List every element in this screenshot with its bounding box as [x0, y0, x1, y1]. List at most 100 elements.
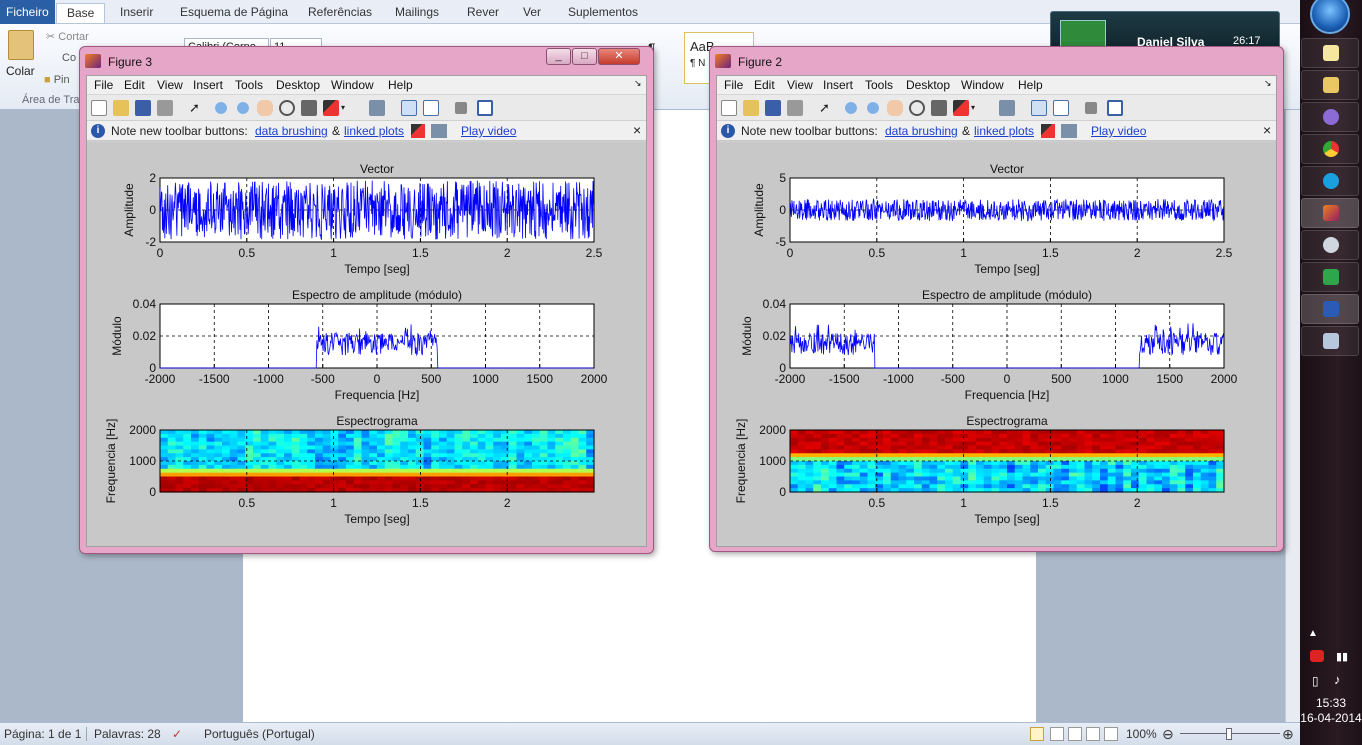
taskbar-word[interactable]: [1301, 294, 1359, 324]
menu-insert[interactable]: Insert: [823, 78, 853, 92]
status-language[interactable]: Português (Portugal): [204, 727, 315, 741]
show-tools-icon[interactable]: [477, 100, 493, 116]
menu-file[interactable]: File: [94, 78, 113, 92]
data-cursor-icon[interactable]: [931, 100, 947, 116]
web-layout-icon[interactable]: [1068, 727, 1082, 741]
zoom-out-icon[interactable]: ⊖: [1162, 726, 1174, 743]
figure-3-window[interactable]: Figure 3 _ □ ✕ File Edit View Insert Too…: [79, 46, 654, 554]
fullscreen-reading-icon[interactable]: [1050, 727, 1064, 741]
pan-icon[interactable]: [887, 100, 903, 116]
brush-dropdown-icon[interactable]: ▾: [341, 100, 349, 116]
data-brushing-link[interactable]: data brushing: [255, 124, 328, 138]
menu-window[interactable]: Window: [961, 78, 1004, 92]
taskbar-chrome[interactable]: [1301, 134, 1359, 164]
play-video-link[interactable]: Play video: [461, 124, 516, 138]
paste-icon[interactable]: [8, 30, 34, 60]
zoom-in-icon[interactable]: [843, 100, 859, 116]
menu-tools[interactable]: Tools: [235, 78, 263, 92]
link-plot-icon[interactable]: [369, 100, 385, 116]
print-icon[interactable]: [787, 100, 803, 116]
zoom-out-icon[interactable]: [865, 100, 881, 116]
dock-arrow-icon[interactable]: ↘: [634, 78, 642, 89]
menu-edit[interactable]: Edit: [124, 78, 145, 92]
menu-help[interactable]: Help: [388, 78, 413, 92]
zoom-in-icon[interactable]: [213, 100, 229, 116]
menu-edit[interactable]: Edit: [754, 78, 775, 92]
colorbar-icon[interactable]: [401, 100, 417, 116]
close-info-button[interactable]: ×: [1263, 122, 1271, 138]
tab-review[interactable]: Rever: [457, 3, 509, 23]
show-tools-icon[interactable]: [1107, 100, 1123, 116]
new-figure-icon[interactable]: [721, 100, 737, 116]
taskbar-matlab[interactable]: [1301, 198, 1359, 228]
status-page[interactable]: Página: 1 de 1: [4, 727, 81, 741]
zoom-out-icon[interactable]: [235, 100, 251, 116]
brush-dropdown-icon[interactable]: ▾: [971, 100, 979, 116]
draft-icon[interactable]: [1104, 727, 1118, 741]
format-painter-button[interactable]: ■ Pin: [44, 74, 70, 86]
pointer-icon[interactable]: ➚: [819, 100, 835, 116]
taskbar-app-green[interactable]: [1301, 262, 1359, 292]
legend-icon[interactable]: [423, 100, 439, 116]
menu-tools[interactable]: Tools: [865, 78, 893, 92]
close-info-button[interactable]: ×: [633, 122, 641, 138]
menu-help[interactable]: Help: [1018, 78, 1043, 92]
figure-axes[interactable]: Vector0 0.5 1 1.5 2 2.550-5Tempo [seg]Amplitu…: [717, 142, 1278, 548]
outline-icon[interactable]: [1086, 727, 1100, 741]
zoom-in-icon[interactable]: ⊕: [1282, 726, 1294, 743]
taskbar-calculator[interactable]: [1301, 326, 1359, 356]
tab-base[interactable]: Base: [56, 3, 106, 23]
menu-window[interactable]: Window: [331, 78, 374, 92]
cut-button[interactable]: ✂ Cortar: [46, 30, 89, 43]
open-icon[interactable]: [743, 100, 759, 116]
tab-references[interactable]: Referências: [298, 3, 382, 23]
volume-icon[interactable]: ♪: [1334, 672, 1341, 687]
maximize-button[interactable]: □: [572, 48, 597, 65]
new-figure-icon[interactable]: [91, 100, 107, 116]
taskbar-explorer[interactable]: [1301, 70, 1359, 100]
menu-desktop[interactable]: Desktop: [906, 78, 950, 92]
save-icon[interactable]: [765, 100, 781, 116]
zoom-level[interactable]: 100%: [1126, 727, 1157, 741]
tab-file[interactable]: Ficheiro: [0, 0, 55, 24]
linked-plots-link[interactable]: linked plots: [344, 124, 404, 138]
figure-axes[interactable]: Vector0 0.5 1 1.5 2 2.520-2Tempo [seg]Amplitu…: [87, 142, 648, 548]
link-plot-icon[interactable]: [999, 100, 1015, 116]
zoom-slider-thumb[interactable]: [1226, 728, 1232, 740]
start-button[interactable]: [1310, 0, 1350, 34]
print-icon[interactable]: [157, 100, 173, 116]
rotate-icon[interactable]: [909, 100, 925, 116]
vertical-scrollbar[interactable]: [1285, 110, 1300, 722]
copy-button[interactable]: Co: [62, 52, 76, 64]
status-words[interactable]: Palavras: 28: [94, 727, 161, 741]
save-icon[interactable]: [135, 100, 151, 116]
figure-2-window[interactable]: Figure 2 File Edit View Insert Tools Des…: [709, 46, 1284, 552]
pointer-icon[interactable]: ➚: [189, 100, 205, 116]
dock-arrow-icon[interactable]: ↘: [1264, 78, 1272, 89]
close-button[interactable]: ✕: [598, 48, 640, 65]
rotate-icon[interactable]: [279, 100, 295, 116]
menu-file[interactable]: File: [724, 78, 743, 92]
menu-view[interactable]: View: [157, 78, 183, 92]
menu-view[interactable]: View: [787, 78, 813, 92]
hide-tools-icon[interactable]: [455, 102, 467, 114]
tab-mailings[interactable]: Mailings: [385, 3, 449, 23]
brush-icon[interactable]: [953, 100, 969, 116]
tray-alert-icon[interactable]: [1310, 650, 1324, 662]
taskbar-notepad[interactable]: [1301, 38, 1359, 68]
linked-plots-link[interactable]: linked plots: [974, 124, 1034, 138]
tray-expand-icon[interactable]: ▲: [1308, 628, 1318, 639]
colorbar-icon[interactable]: [1031, 100, 1047, 116]
tab-addins[interactable]: Suplementos: [558, 3, 648, 23]
taskbar-steam[interactable]: [1301, 230, 1359, 260]
paste-label[interactable]: Colar: [6, 64, 35, 78]
hide-tools-icon[interactable]: [1085, 102, 1097, 114]
legend-icon[interactable]: [1053, 100, 1069, 116]
menu-insert[interactable]: Insert: [193, 78, 223, 92]
clock[interactable]: 15:33 16-04-2014: [1300, 696, 1362, 726]
open-icon[interactable]: [113, 100, 129, 116]
taskbar-app-purple[interactable]: [1301, 102, 1359, 132]
pan-icon[interactable]: [257, 100, 273, 116]
data-brushing-link[interactable]: data brushing: [885, 124, 958, 138]
taskbar-skype[interactable]: [1301, 166, 1359, 196]
